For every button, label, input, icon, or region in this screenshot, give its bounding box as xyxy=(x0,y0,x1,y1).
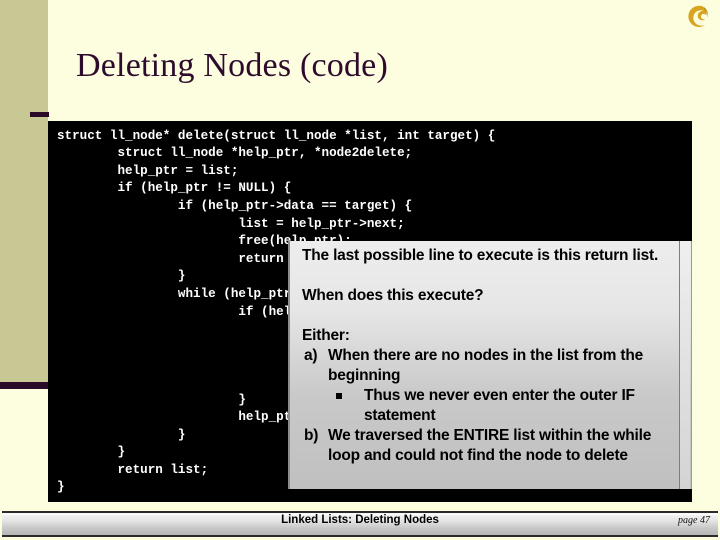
list-marker: a) xyxy=(304,347,318,364)
callout-list: a) When there are no nodes in the list f… xyxy=(302,346,674,466)
list-item-text: We traversed the ENTIRE list within the … xyxy=(328,427,652,464)
sidebar-decoration xyxy=(0,0,48,382)
callout-line-3: Either: xyxy=(302,327,350,344)
bullet-dash-marker xyxy=(30,112,49,117)
list-item-text: When there are no nodes in the list from… xyxy=(328,347,644,384)
sidebar-accent-bar xyxy=(0,382,48,389)
slide: Deleting Nodes (code) struct ll_node* de… xyxy=(0,0,720,540)
footer-title: Linked Lists: Deleting Nodes xyxy=(281,514,439,526)
callout-line-2: When does this execute? xyxy=(302,287,484,304)
square-bullet-icon xyxy=(336,393,342,399)
explanation-callout: The last possible line to execute is thi… xyxy=(288,241,692,489)
page-number: page 47 xyxy=(678,515,710,526)
list-item: b) We traversed the ENTIRE list within t… xyxy=(302,426,674,466)
list-sub-item-text: Thus we never even enter the outer IF st… xyxy=(364,387,635,424)
callout-body: The last possible line to execute is thi… xyxy=(290,241,692,466)
page-title: Deleting Nodes (code) xyxy=(76,47,388,84)
list-sub-item: Thus we never even enter the outer IF st… xyxy=(302,386,674,426)
list-marker: b) xyxy=(304,427,319,444)
list-item: a) When there are no nodes in the list f… xyxy=(302,346,674,386)
swirl-logo-icon xyxy=(682,3,712,33)
callout-spacer-2 xyxy=(302,306,674,326)
callout-line-1: The last possible line to execute is thi… xyxy=(302,247,659,264)
callout-spacer-1 xyxy=(302,266,674,286)
